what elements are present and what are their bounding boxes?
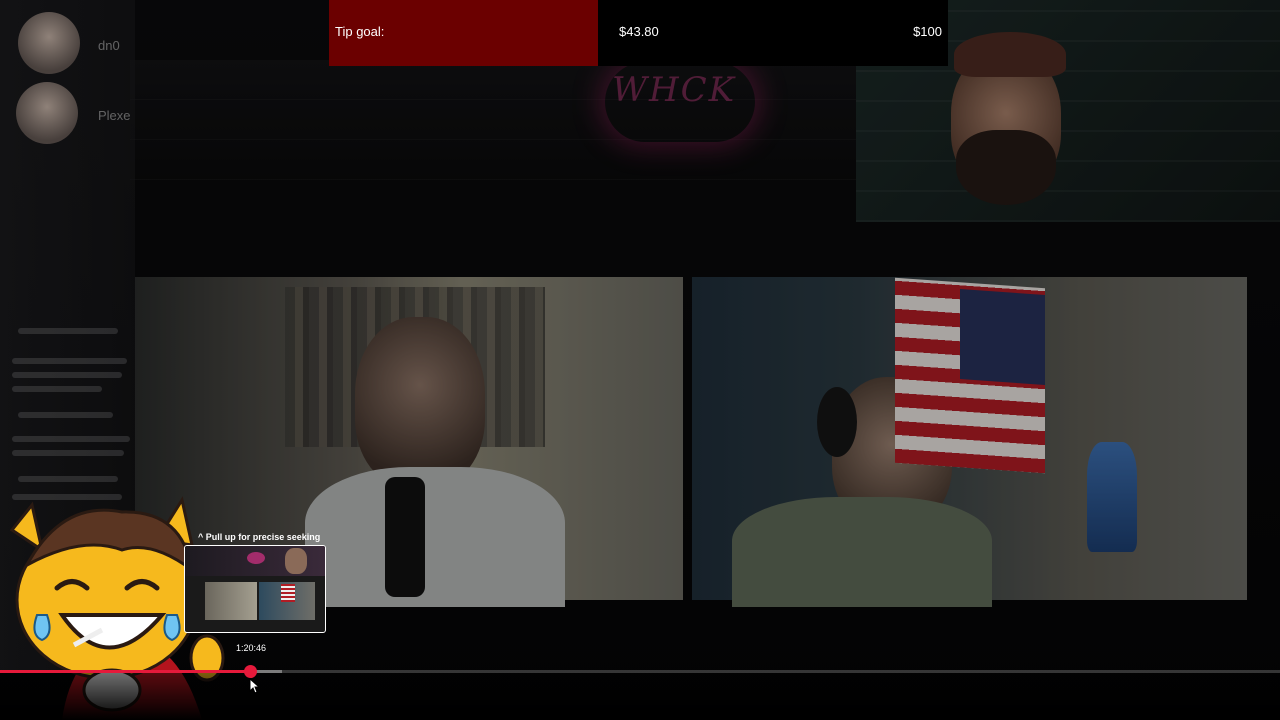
chat-username: Plexe [98,108,131,123]
progress-scrubber[interactable] [243,665,257,678]
player-controls-background [0,673,1280,720]
chat-message-line [12,372,122,378]
tip-goal-target: $100 [913,24,942,39]
seek-preview-time: 1:20:46 [236,643,267,653]
chat-username: dn0 [98,38,120,53]
chat-message-line [12,358,127,364]
chat-avatar [18,12,80,74]
thumb-feed-left [205,582,257,620]
chat-message-line [18,328,118,334]
seek-preview-thumbnail [184,545,326,633]
chat-message-line [12,386,102,392]
chat-message-line [12,450,124,456]
chat-avatar [16,82,78,144]
progress-played [0,670,250,673]
thumb-host [285,548,307,574]
chat-message-line [12,436,130,442]
tip-goal-label: Tip goal: [335,24,385,39]
mouse-cursor-icon [249,678,259,694]
tip-goal-widget: Tip goal: $43.80 $100 [329,0,948,66]
seek-hint: ^ Pull up for precise seeking [198,532,321,542]
chat-message-line [18,476,118,482]
tip-goal-current: $43.80 [619,24,659,39]
chat-message-line [18,412,113,418]
thumb-flag [281,584,295,602]
video-stage[interactable]: WHCK dn0 Plexe Tip goal: $43.80 $100 ^ P… [0,0,1280,720]
thumb-neon [247,552,265,564]
